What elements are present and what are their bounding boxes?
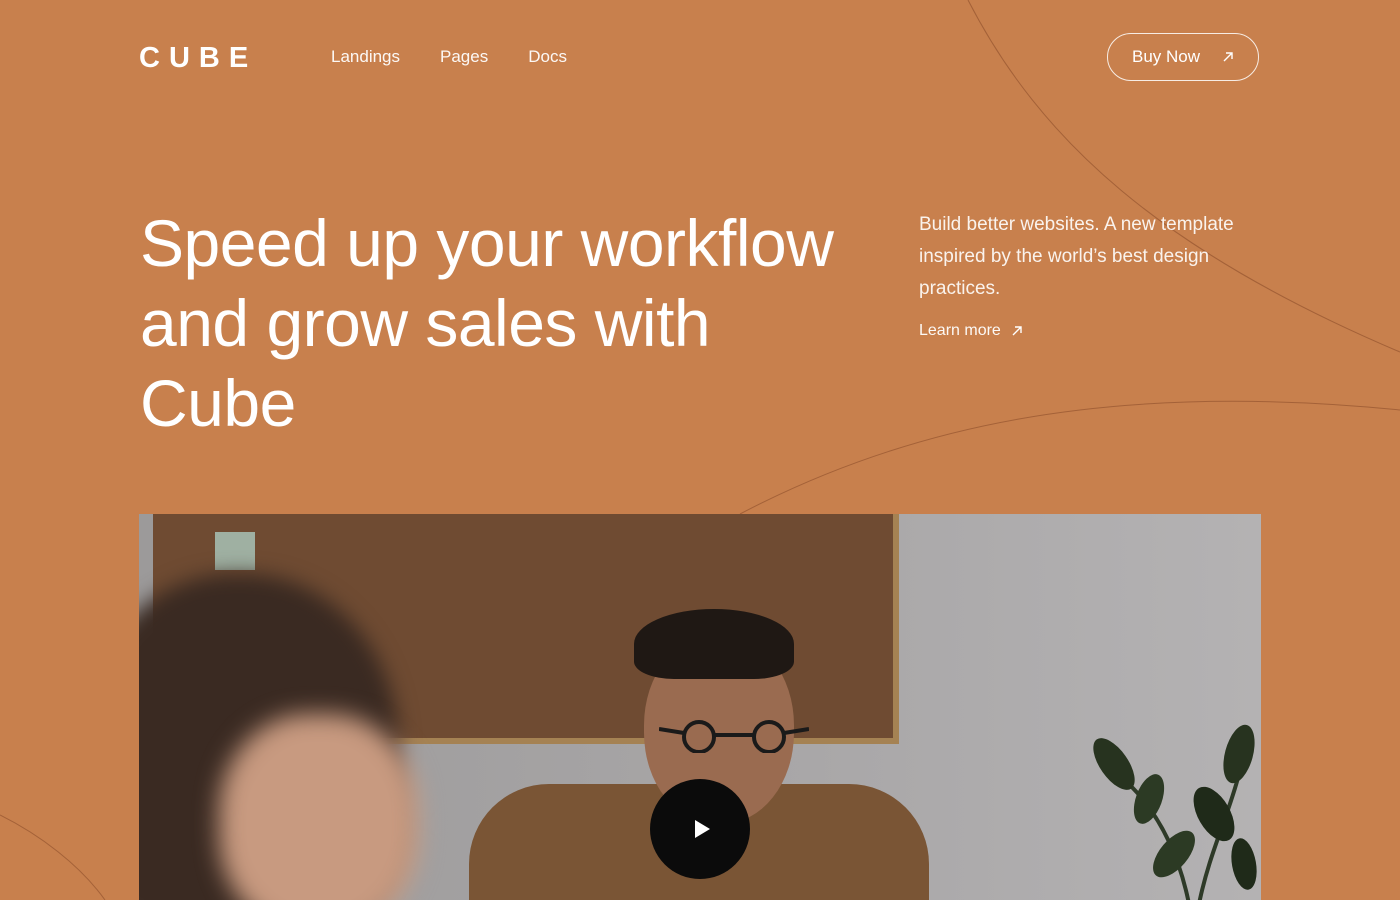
video-sticky-note <box>215 532 255 570</box>
learn-more-label: Learn more <box>919 322 1001 339</box>
video-person-hair <box>634 609 794 679</box>
arrow-up-right-icon <box>1223 52 1233 62</box>
nav-item-landings[interactable]: Landings <box>331 46 400 68</box>
brand-logo[interactable]: CUBE <box>139 42 257 74</box>
video-plant <box>1093 724 1257 900</box>
main-nav: Landings Pages Docs <box>331 46 567 68</box>
buy-now-label: Buy Now <box>1132 47 1201 66</box>
video-glasses <box>659 720 809 753</box>
buy-now-button[interactable]: Buy Now <box>1107 33 1259 81</box>
video-person-blurred-face <box>219 714 419 900</box>
hero-title: Speed up your workflow and grow sales wi… <box>140 206 834 440</box>
video-player[interactable] <box>139 514 1261 900</box>
play-button[interactable] <box>650 779 750 879</box>
nav-item-docs[interactable]: Docs <box>528 46 567 68</box>
hero-description: Build better websites. A new template in… <box>919 214 1234 299</box>
play-icon <box>694 820 710 838</box>
arrow-up-right-icon <box>1012 326 1022 336</box>
learn-more-link[interactable]: Learn more <box>919 322 1023 340</box>
nav-item-pages[interactable]: Pages <box>440 46 488 68</box>
site-header: CUBE Landings Pages Docs Buy Now <box>0 0 1400 116</box>
